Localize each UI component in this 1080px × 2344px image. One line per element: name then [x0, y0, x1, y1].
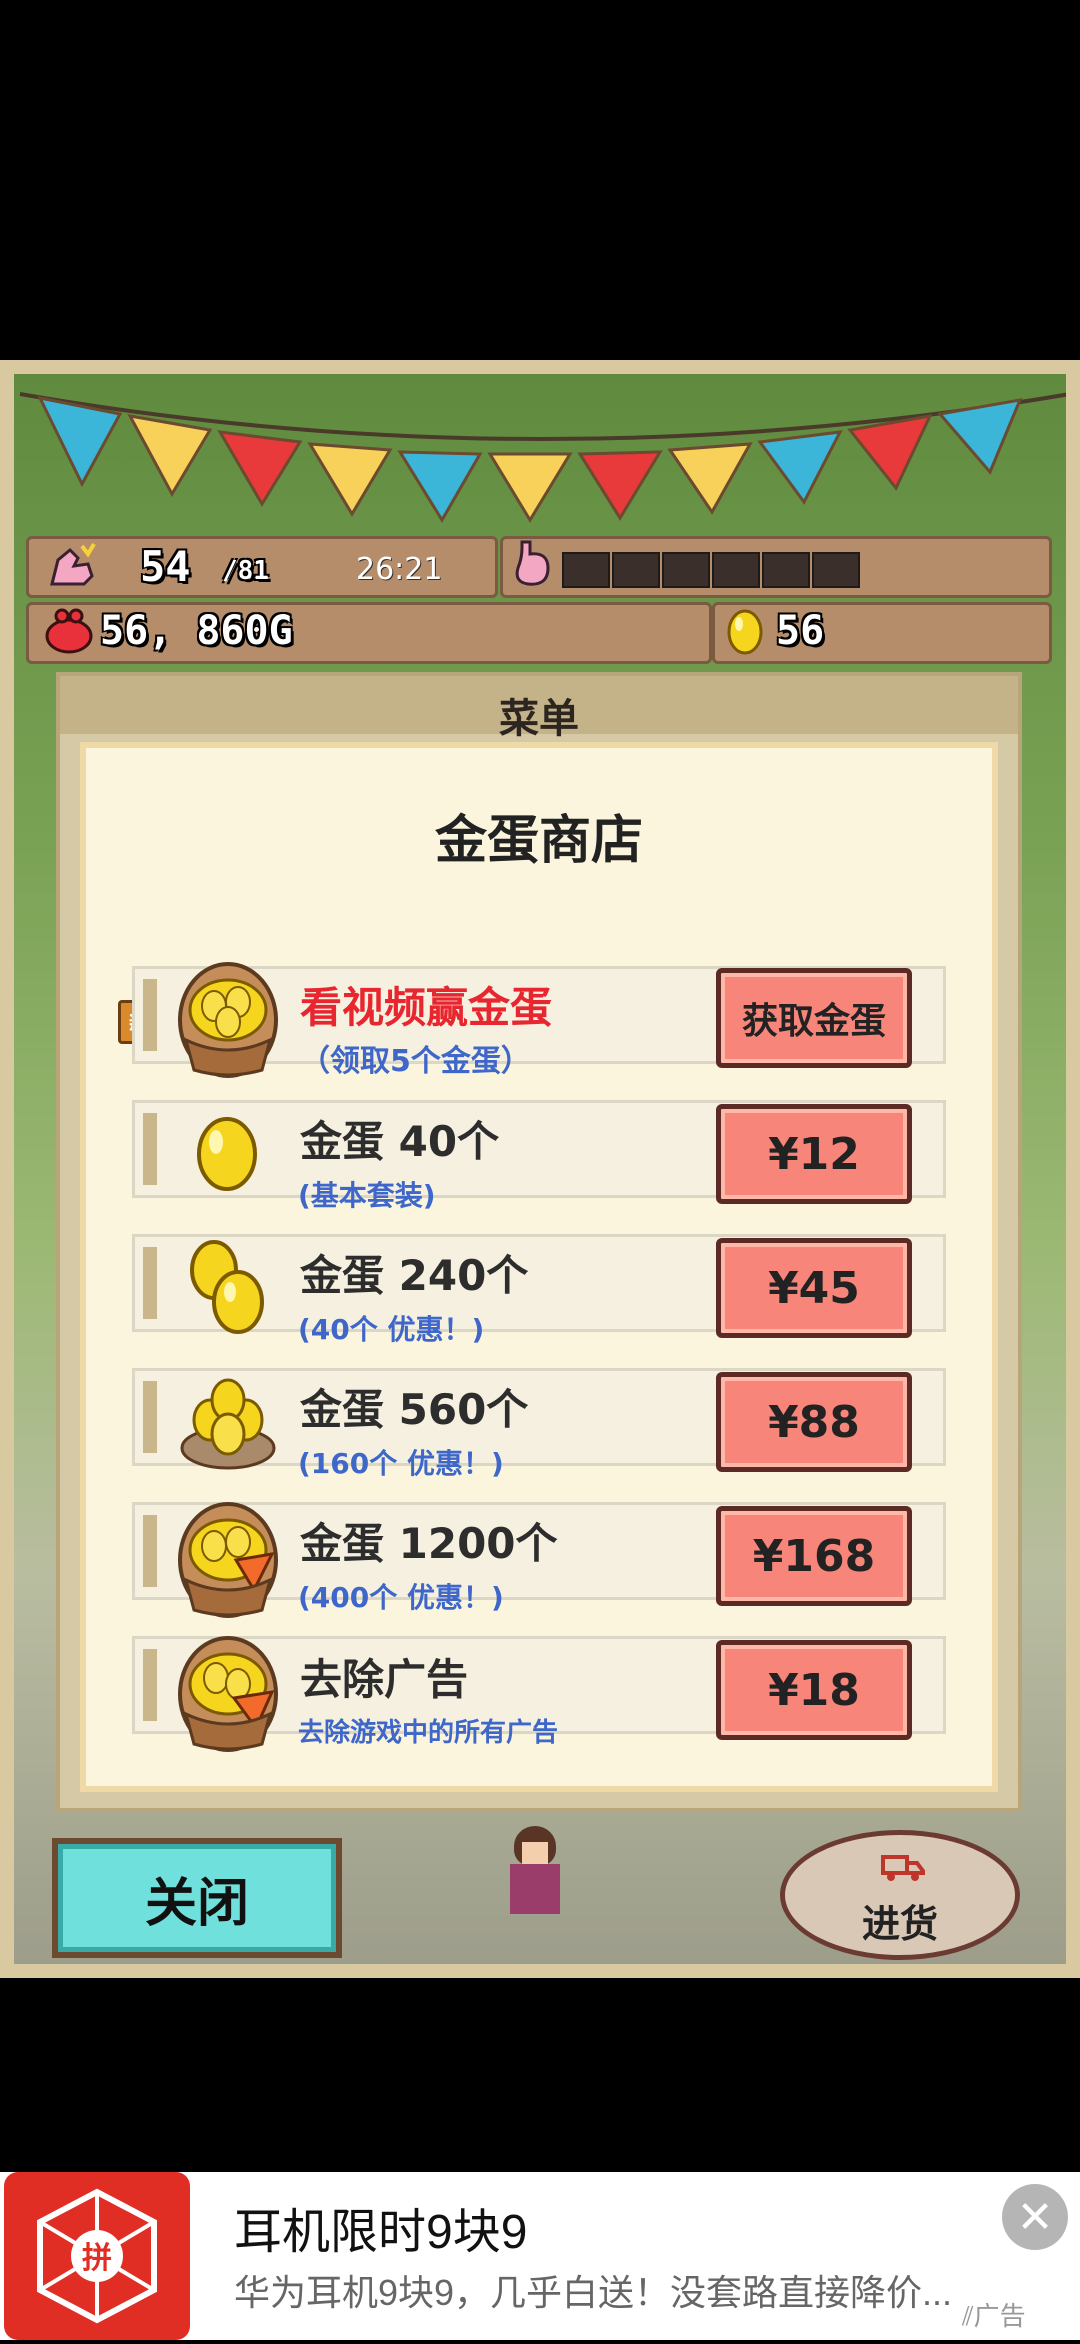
row-tab — [143, 1649, 157, 1721]
two-golden-eggs-icon — [190, 1240, 264, 1334]
item-title: 金蛋 240个 — [300, 1251, 529, 1300]
basket-eggs-icon — [178, 1502, 278, 1618]
golden-egg-icon — [197, 1117, 257, 1191]
price-button-18[interactable]: ¥18 — [716, 1640, 912, 1740]
get-eggs-button[interactable]: 获取金蛋 — [716, 968, 912, 1068]
bunting-decoration — [19, 392, 1071, 523]
item-subtitle: (400个 优惠！) — [298, 1581, 504, 1614]
hunger-cell — [662, 552, 710, 588]
hunger-cell — [762, 552, 810, 588]
item-subtitle: (160个 优惠！) — [298, 1447, 504, 1480]
ad-title: 耳机限时9块9 — [234, 2206, 528, 2259]
price-button-168[interactable]: ¥168 — [716, 1506, 912, 1606]
menu-header: 菜单 — [60, 676, 1018, 742]
timer-text: 26:21 — [356, 552, 443, 587]
price-button-88[interactable]: ¥88 — [716, 1372, 912, 1472]
row-tab — [143, 979, 157, 1051]
price-button-45[interactable]: ¥45 — [716, 1238, 912, 1338]
item-title: 金蛋 560个 — [300, 1385, 529, 1434]
close-button[interactable]: 关闭 — [52, 1838, 342, 1958]
ad-tag-label: 广告 — [973, 2302, 1026, 2332]
item-subtitle: （领取5个金蛋） — [300, 1044, 531, 1079]
menu-title: 菜单 — [499, 696, 579, 742]
basket-eggs-icon — [178, 1636, 278, 1752]
item-subtitle: (40个 优惠！) — [298, 1313, 485, 1346]
item-subtitle: (基本套装) — [298, 1179, 436, 1212]
muscle-icon — [50, 542, 96, 586]
character-face — [522, 1842, 548, 1864]
nest-eggs-icon — [180, 1378, 276, 1470]
svg-text:拼: 拼 — [82, 2241, 112, 2276]
shop-title: 金蛋商店 — [434, 811, 643, 871]
pinduoduo-logo: 拼 — [4, 2172, 190, 2340]
item-subtitle: 去除游戏中的所有广告 — [298, 1718, 559, 1748]
money-value: 56, 860G — [100, 608, 293, 654]
golden-egg-icon — [727, 609, 763, 655]
character-body — [510, 1864, 560, 1914]
stamina-max: /81 — [222, 556, 269, 586]
basket-eggs-icon — [178, 962, 278, 1078]
logo-pattern-icon: 拼 — [37, 2188, 157, 2324]
hunger-cell — [612, 552, 660, 588]
purse-icon — [45, 608, 93, 654]
row-tab — [143, 1113, 157, 1185]
restock-button[interactable]: 进货 — [780, 1830, 1020, 1960]
row-tab — [143, 1381, 157, 1453]
ad-description: 华为耳机9块9，几乎白送！没套路直接降价... — [234, 2272, 953, 2313]
ad-mark-icon: ⫽ — [962, 2302, 974, 2332]
ad-banner[interactable]: 拼 耳机限时9块9 华为耳机9块9，几乎白送！没套路直接降价... — [0, 2172, 1080, 2340]
row-tab — [143, 1247, 157, 1319]
item-title: 看视频赢金蛋 — [300, 983, 553, 1032]
hunger-cell — [712, 552, 760, 588]
hunger-cell — [812, 552, 860, 588]
row-tab — [143, 1515, 157, 1587]
stomach-icon — [515, 540, 550, 586]
item-title: 金蛋 1200个 — [300, 1519, 558, 1568]
stamina-value: 54 — [140, 542, 191, 591]
ad-close-button[interactable]: ✕ — [1002, 2184, 1068, 2250]
item-title: 金蛋 40个 — [300, 1117, 500, 1166]
item-title: 去除广告 — [300, 1655, 469, 1704]
price-button-12[interactable]: ¥12 — [716, 1104, 912, 1204]
truck-icon — [881, 1855, 925, 1881]
hunger-cell — [562, 552, 610, 588]
character-sprite — [500, 1826, 570, 1926]
ad-tag: ⫽广告 — [962, 2296, 1026, 2333]
restock-label: 进货 — [861, 1902, 938, 1946]
egg-count: 56 — [776, 608, 825, 654]
